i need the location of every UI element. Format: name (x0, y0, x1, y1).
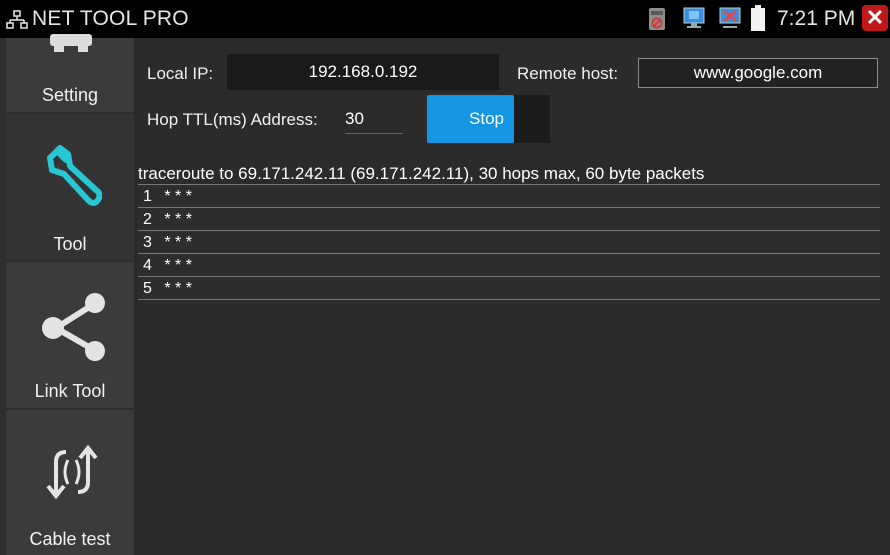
hop-ttl-value: 30 (345, 109, 364, 128)
hop-result: * * * (164, 188, 192, 205)
hop-result: * * * (164, 257, 192, 274)
remote-host-label: Remote host: (517, 64, 619, 83)
gear-icon (50, 34, 92, 52)
wrench-icon (47, 145, 102, 206)
button-shadow (514, 95, 550, 143)
table-row: 4 * * * (138, 253, 880, 277)
local-ip-field[interactable]: 192.168.0.192 (227, 54, 499, 90)
table-row: 5 * * * (138, 276, 880, 300)
table-row: 2 * * * (138, 207, 880, 231)
hop-number: 5 (143, 280, 152, 297)
wifi-disabled-icon (719, 7, 741, 28)
hop-ttl-input[interactable]: 30 (345, 109, 403, 134)
table-row: 1 * * * (138, 184, 880, 208)
hop-result: * * * (164, 234, 192, 251)
traceroute-header: traceroute to 69.171.242.11 (69.171.242.… (138, 164, 705, 183)
sidebar: Setting Tool Link Tool Cable test (0, 34, 134, 555)
monitor-icon (683, 7, 705, 28)
battery-icon (751, 5, 765, 31)
close-button[interactable]: ✕ (862, 5, 888, 31)
status-bar: NET TOOL PRO 7:21 PM ✕ (0, 0, 890, 38)
hop-number: 1 (143, 188, 152, 205)
sidebar-item-cable-test[interactable]: Cable test (6, 410, 134, 555)
hop-result: * * * (164, 280, 192, 297)
hop-number: 3 (143, 234, 152, 251)
clock: 7:21 PM (777, 7, 856, 30)
sidebar-item-label: Link Tool (34, 381, 106, 401)
hop-ttl-label: Hop TTL(ms) Address: (147, 110, 318, 129)
app-title: NET TOOL PRO (32, 7, 189, 30)
sidebar-item-label: Setting (41, 85, 99, 105)
sidebar-item-setting[interactable]: Setting (6, 34, 134, 112)
close-icon: ✕ (865, 5, 885, 30)
cable-test-icon (46, 444, 98, 500)
network-icon (6, 10, 28, 29)
camera-disabled-icon (649, 8, 665, 30)
table-row: 3 * * * (138, 230, 880, 254)
sidebar-item-label: Tool (53, 234, 87, 254)
share-icon (42, 293, 105, 361)
sidebar-item-label: Cable test (29, 529, 111, 549)
traceroute-results[interactable]: 1 * * * 2 * * * 3 * * * 4 * * * 5 * * * (138, 184, 880, 300)
remote-host-input[interactable]: www.google.com (638, 58, 878, 88)
hop-number: 4 (143, 257, 152, 274)
stop-button[interactable]: Stop (427, 95, 514, 143)
hop-result: * * * (164, 211, 192, 228)
sidebar-item-link-tool[interactable]: Link Tool (6, 262, 134, 408)
traceroute-panel: Local IP: 192.168.0.192 Remote host: www… (137, 47, 883, 552)
sidebar-item-tool[interactable]: Tool (6, 114, 134, 260)
hop-number: 2 (143, 211, 152, 228)
local-ip-label: Local IP: (147, 64, 214, 83)
